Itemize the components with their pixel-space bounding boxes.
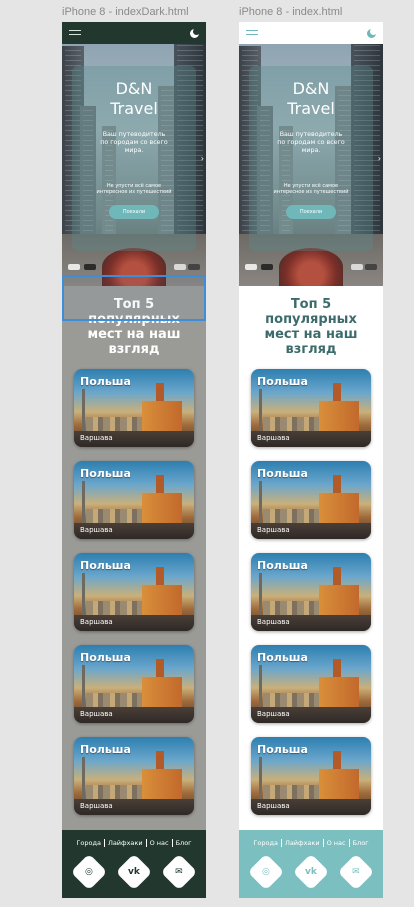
card-country: Польша <box>80 743 131 756</box>
section-title: Топ 5 популярных мест на наш взгляд <box>264 297 358 357</box>
hero-title: D&N Travel <box>287 79 335 118</box>
place-card[interactable]: Польша Варшава <box>251 645 371 723</box>
place-card[interactable]: Польша Варшава <box>74 645 194 723</box>
footer: Города Лайфхаки О нас Блог ◎ vk ✉ <box>62 830 206 898</box>
card-city: Варшава <box>257 618 290 626</box>
hero-title: D&N Travel <box>110 79 158 118</box>
cards-list: Польша Варшава Польша Варшава Польша Варшав… <box>251 369 371 829</box>
hero-tagline: Не упусти всё самое интересное из путеше… <box>273 183 349 195</box>
footer-link-lifehacks[interactable]: Лайфхаки <box>105 839 147 847</box>
vk-icon[interactable]: vk <box>292 853 330 891</box>
card-country: Польша <box>80 467 131 480</box>
card-country: Польша <box>80 375 131 388</box>
card-city: Варшава <box>80 434 113 442</box>
card-city: Варшава <box>80 526 113 534</box>
footer-link-cities[interactable]: Города <box>73 839 105 847</box>
card-city: Варшава <box>257 710 290 718</box>
card-country: Польша <box>257 559 308 572</box>
go-button[interactable]: Поехали <box>109 205 159 219</box>
moon-theme-toggle-icon[interactable] <box>190 27 200 38</box>
place-card[interactable]: Польша Варшава <box>251 737 371 815</box>
artboard-light[interactable]: D&N Travel Ваш путеводитель по городам с… <box>239 22 383 898</box>
card-city: Варшава <box>257 434 290 442</box>
card-city: Варшава <box>80 802 113 810</box>
mail-icon[interactable]: ✉ <box>337 853 375 891</box>
social-links: ◎ vk ✉ <box>62 853 206 891</box>
card-country: Польша <box>257 743 308 756</box>
hamburger-menu-icon[interactable] <box>69 29 81 37</box>
hero-card: D&N Travel Ваш путеводитель по городам с… <box>249 66 373 251</box>
selection-box[interactable] <box>62 275 206 321</box>
footer-nav: Города Лайфхаки О нас Блог <box>239 839 383 847</box>
top-bar <box>239 22 383 44</box>
footer-link-cities[interactable]: Города <box>250 839 282 847</box>
card-city: Варшава <box>257 802 290 810</box>
place-card[interactable]: Польша Варшава <box>251 461 371 539</box>
social-links: ◎ vk ✉ <box>239 853 383 891</box>
top-bar <box>62 22 206 44</box>
footer-link-blog[interactable]: Блог <box>173 839 195 847</box>
place-card[interactable]: Польша Варшава <box>74 553 194 631</box>
card-country: Польша <box>80 651 131 664</box>
place-card[interactable]: Польша Варшава <box>74 369 194 447</box>
artboard-title-light[interactable]: iPhone 8 - index.html <box>239 6 342 18</box>
card-country: Польша <box>257 375 308 388</box>
artboard-title-dark[interactable]: iPhone 8 - indexDark.html <box>62 6 189 18</box>
hero-subtitle: Ваш путеводитель по городам со всего мир… <box>277 131 345 154</box>
hero-subtitle: Ваш путеводитель по городам со всего мир… <box>100 131 168 154</box>
card-country: Польша <box>80 559 131 572</box>
footer-link-blog[interactable]: Блог <box>350 839 372 847</box>
card-city: Варшава <box>257 526 290 534</box>
card-city: Варшава <box>80 710 113 718</box>
chevron-right-icon[interactable]: › <box>378 154 381 163</box>
card-country: Польша <box>257 467 308 480</box>
cards-list: Польша Варшава Польша Варшава Польша Варшав… <box>74 369 194 829</box>
card-country: Польша <box>257 651 308 664</box>
footer-nav: Города Лайфхаки О нас Блог <box>62 839 206 847</box>
card-city: Варшава <box>80 618 113 626</box>
place-card[interactable]: Польша Варшава <box>251 369 371 447</box>
hero-section: D&N Travel Ваш путеводитель по городам с… <box>239 44 383 286</box>
place-card[interactable]: Польша Варшава <box>74 737 194 815</box>
footer-link-about[interactable]: О нас <box>324 839 350 847</box>
footer-link-lifehacks[interactable]: Лайфхаки <box>282 839 324 847</box>
footer: Города Лайфхаки О нас Блог ◎ vk ✉ <box>239 830 383 898</box>
instagram-icon[interactable]: ◎ <box>247 853 285 891</box>
hamburger-menu-icon[interactable] <box>246 29 258 37</box>
place-card[interactable]: Польша Варшава <box>74 461 194 539</box>
mail-icon[interactable]: ✉ <box>160 853 198 891</box>
vk-icon[interactable]: vk <box>115 853 153 891</box>
artboard-dark[interactable]: D&N Travel Ваш путеводитель по городам с… <box>62 22 206 898</box>
instagram-icon[interactable]: ◎ <box>70 853 108 891</box>
go-button[interactable]: Поехали <box>286 205 336 219</box>
hero-tagline: Не упусти всё самое интересное из путеше… <box>96 183 172 195</box>
place-card[interactable]: Польша Варшава <box>251 553 371 631</box>
hero-section: D&N Travel Ваш путеводитель по городам с… <box>62 44 206 286</box>
chevron-right-icon[interactable]: › <box>201 154 204 163</box>
moon-theme-toggle-icon[interactable] <box>367 27 377 38</box>
hero-card: D&N Travel Ваш путеводитель по городам с… <box>72 66 196 251</box>
footer-link-about[interactable]: О нас <box>147 839 173 847</box>
